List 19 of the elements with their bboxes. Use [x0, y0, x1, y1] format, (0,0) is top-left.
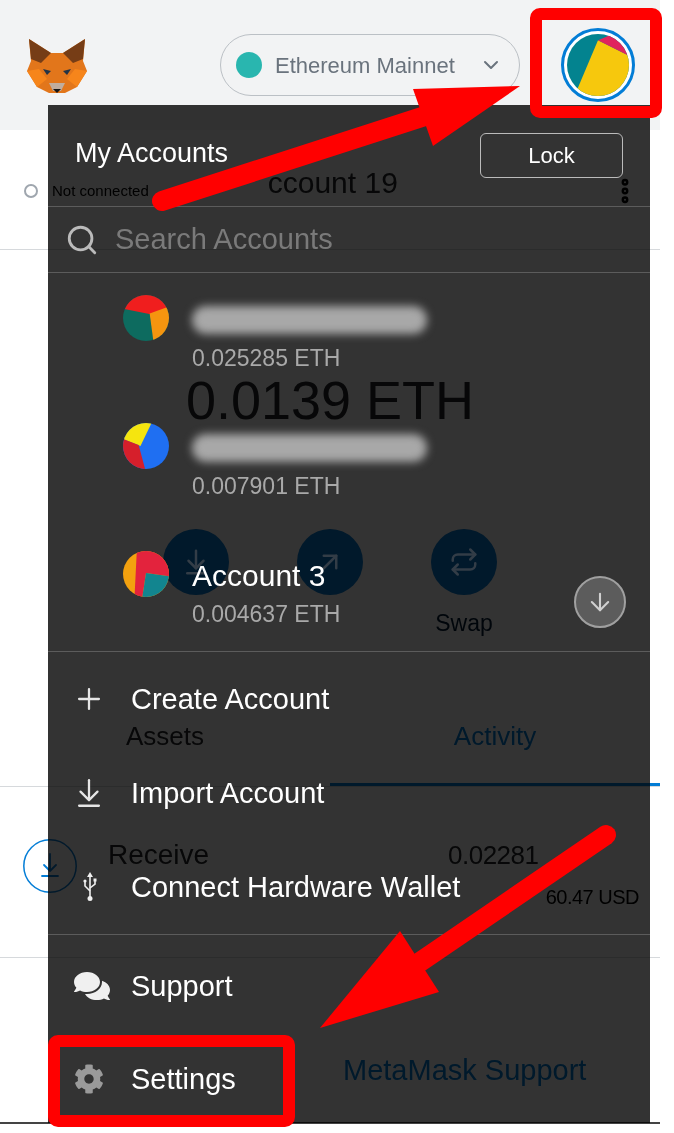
- lock-button[interactable]: Lock: [480, 133, 623, 178]
- connect-hardware-wallet-item[interactable]: Connect Hardware Wallet: [82, 867, 461, 907]
- account-balance: 0.004637 ETH: [192, 601, 341, 627]
- search-field[interactable]: Search Accounts: [115, 219, 575, 260]
- avatar-icon: [123, 295, 169, 341]
- menu-title: My Accounts: [75, 137, 229, 169]
- account-name: Account 3: [192, 558, 327, 594]
- import-account-item[interactable]: Import Account: [72, 773, 325, 813]
- create-account-item[interactable]: Create Account: [72, 679, 330, 719]
- settings-icon: [74, 1063, 104, 1094]
- support-item[interactable]: Support: [74, 965, 233, 1006]
- avatar-icon: [123, 423, 169, 469]
- scroll-down-button[interactable]: [574, 576, 626, 628]
- settings-item[interactable]: Settings: [74, 1058, 236, 1099]
- receive-icon: [23, 839, 77, 893]
- account-balance: 0.025285 ETH: [192, 345, 341, 371]
- account-balance: 0.007901 ETH: [192, 473, 341, 499]
- usb-icon: [82, 872, 98, 902]
- avatar-icon: [123, 551, 169, 597]
